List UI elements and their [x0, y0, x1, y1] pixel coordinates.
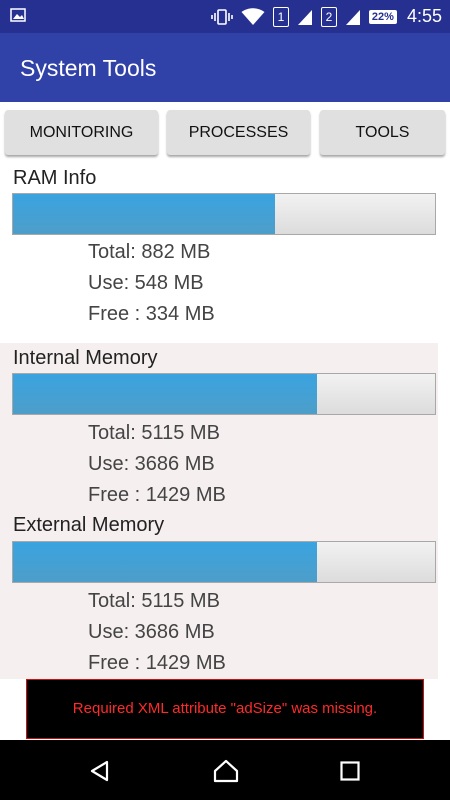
tab-bar: MONITORING PROCESSES TOOLS — [0, 102, 450, 162]
battery-percent: 22% — [368, 9, 397, 24]
status-bar: 1 2 22% 4:55 — [0, 0, 450, 33]
app-bar: System Tools — [0, 33, 450, 102]
sim1-badge: 1 — [272, 6, 289, 27]
internal-use: Use: 3686 MB — [88, 453, 215, 475]
ram-progress-bar — [12, 193, 436, 235]
status-clock: 4:55 — [406, 6, 442, 26]
ram-use: Use: 548 MB — [88, 272, 204, 294]
internal-progress-fill — [13, 374, 318, 414]
vibrate-icon — [211, 8, 233, 25]
external-free: Free : 1429 MB — [88, 652, 226, 674]
internal-progress-bar — [12, 373, 436, 415]
ad-error-banner: Required XML attribute "adSize" was miss… — [26, 679, 424, 739]
app-title: System Tools — [20, 55, 157, 81]
wifi-icon — [241, 7, 265, 25]
internal-total: Total: 5115 MB — [88, 422, 220, 444]
home-icon[interactable] — [213, 759, 239, 783]
external-use: Use: 3686 MB — [88, 621, 215, 643]
tab-tools[interactable]: TOOLS — [320, 110, 445, 155]
back-icon[interactable] — [89, 760, 111, 782]
tab-monitoring[interactable]: MONITORING — [5, 110, 158, 155]
sim2-badge: 2 — [320, 6, 337, 27]
image-icon — [10, 8, 26, 22]
ram-total: Total: 882 MB — [88, 241, 211, 263]
ram-free: Free : 334 MB — [88, 303, 215, 325]
internal-title: Internal Memory — [13, 347, 158, 369]
tab-processes[interactable]: PROCESSES — [167, 110, 310, 155]
signal-icon — [297, 9, 312, 25]
ram-title: RAM Info — [13, 167, 97, 189]
recents-icon[interactable] — [340, 761, 360, 781]
external-total: Total: 5115 MB — [88, 590, 220, 612]
external-progress-fill — [13, 542, 318, 582]
external-progress-bar — [12, 541, 436, 583]
ram-progress-fill — [13, 194, 276, 234]
external-title: External Memory — [13, 514, 165, 536]
internal-free: Free : 1429 MB — [88, 484, 226, 506]
nav-bar — [0, 740, 450, 800]
signal-icon-2 — [345, 9, 360, 25]
